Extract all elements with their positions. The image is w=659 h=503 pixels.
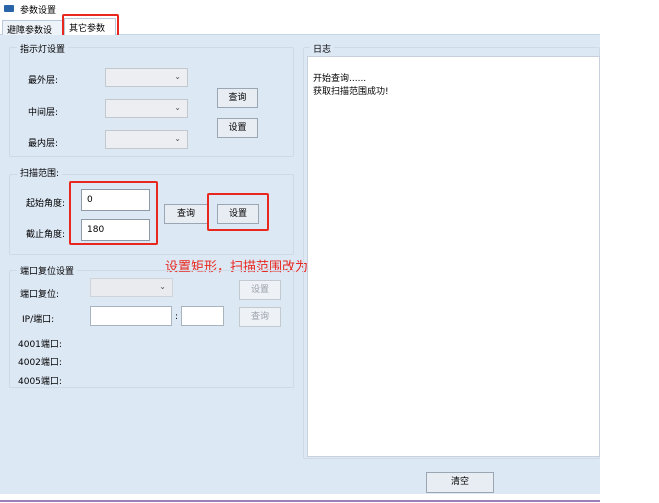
log-line: 开始查询...... [313,74,367,84]
log-title: 日志 [310,42,335,55]
indicator-query-button[interactable]: 查询 [217,88,258,108]
tab-obstacle-params[interactable]: 避障参数设置 [2,20,63,49]
port-query-button[interactable]: 查询 [239,307,281,327]
middle-layer-label: 中间层: [28,108,59,118]
scan-range-title: 扫描范围: [17,166,63,179]
port-4005-label: 4005端口: [18,377,62,387]
chevron-down-icon: ⌄ [174,134,181,143]
ip-address-input[interactable] [90,306,172,326]
port-4002-label: 4002端口: [18,358,62,368]
port-reset-set-button[interactable]: 设置 [239,280,281,300]
indicator-group-title: 指示灯设置 [17,42,69,55]
ip-port-label: IP/端口: [22,315,55,325]
port-reset-select[interactable]: ⌄ [90,278,173,297]
chevron-down-icon: ⌄ [174,72,181,81]
tab-highlight-box [62,14,119,37]
log-line: 获取扫描范围成功! [313,87,389,97]
app-icon [4,5,14,12]
window-title: 参数设置 [20,6,57,16]
chevron-down-icon: ⌄ [159,282,166,291]
middle-layer-select[interactable]: ⌄ [105,99,188,118]
indicator-set-button[interactable]: 设置 [217,118,258,138]
inner-layer-label: 最内层: [28,139,59,149]
port-reset-label: 端口复位: [20,290,60,300]
angle-inputs-highlight-box [69,181,158,245]
clear-log-button[interactable]: 清空 [426,472,494,493]
taskbar-edge [0,494,659,503]
port-reset-title: 端口复位设置 [17,264,78,277]
start-angle-label: 起始角度: [26,199,66,209]
end-angle-label: 截止角度: [26,230,66,240]
inner-layer-select[interactable]: ⌄ [105,130,188,149]
outer-layer-select[interactable]: ⌄ [105,68,188,87]
set-button-highlight-box [207,193,269,231]
chevron-down-icon: ⌄ [174,103,181,112]
ip-port-separator: : [175,312,179,322]
port-number-input[interactable] [181,306,224,326]
port-4001-label: 4001端口: [18,340,62,350]
scan-query-button[interactable]: 查询 [164,204,208,224]
log-textarea[interactable]: 开始查询...... 获取扫描范围成功! [307,56,600,457]
outer-layer-label: 最外层: [28,76,59,86]
